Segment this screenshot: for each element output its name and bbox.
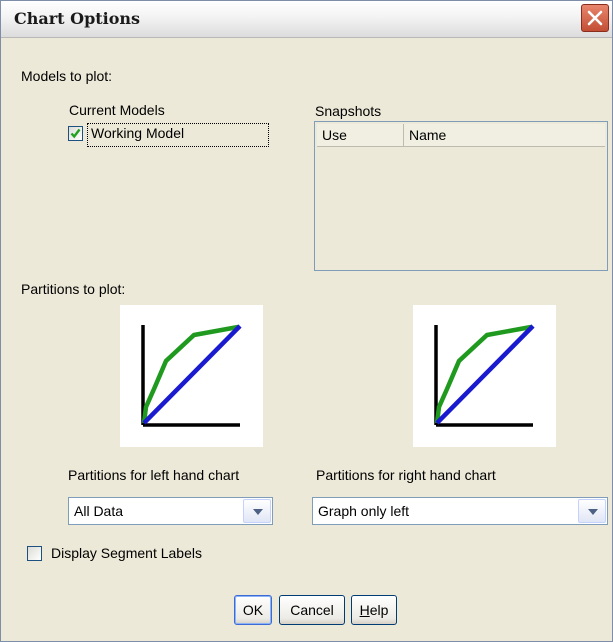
left-chart-graphic (141, 324, 242, 427)
left-partitions-value: All Data (74, 503, 124, 519)
working-model-checkbox[interactable] (68, 126, 83, 141)
column-header-name[interactable]: Name (404, 124, 605, 146)
window-title: Chart Options (14, 9, 141, 28)
right-dropdown-button[interactable] (578, 499, 606, 523)
right-partitions-label: Partitions for right hand chart (316, 467, 496, 483)
display-segment-labels-label[interactable]: Display Segment Labels (51, 545, 202, 561)
left-dropdown-button[interactable] (243, 499, 271, 523)
current-models-label: Current Models (69, 102, 165, 118)
help-label-rest: elp (369, 602, 389, 618)
column-header-use[interactable]: Use (317, 124, 404, 146)
right-partitions-value: Graph only left (318, 503, 410, 519)
snapshots-table[interactable]: Use Name (314, 121, 608, 271)
working-model-label[interactable]: Working Model (91, 125, 184, 141)
left-partitions-dropdown[interactable]: All Data (68, 497, 273, 525)
partitions-to-plot-label: Partitions to plot: (21, 281, 126, 297)
help-button[interactable]: Help (351, 595, 397, 625)
snapshots-table-header: Use Name (317, 124, 605, 147)
chevron-down-icon (588, 509, 598, 515)
close-button[interactable] (581, 4, 609, 32)
left-chart-preview (120, 305, 263, 447)
right-chart-graphic (434, 324, 535, 427)
title-bar: Chart Options (1, 1, 612, 38)
left-partitions-label: Partitions for left hand chart (68, 467, 240, 483)
cancel-button[interactable]: Cancel (279, 595, 345, 625)
help-mnemonic: H (359, 602, 370, 618)
chevron-down-icon (253, 509, 263, 515)
close-icon (587, 10, 603, 26)
display-segment-labels-checkbox[interactable] (27, 546, 42, 561)
chart-options-dialog: Chart Options Models to plot: Current Mo… (0, 0, 613, 642)
checkmark-icon (70, 128, 81, 139)
models-to-plot-label: Models to plot: (21, 68, 113, 84)
right-partitions-dropdown[interactable]: Graph only left (312, 497, 608, 525)
ok-button[interactable]: OK (234, 595, 272, 625)
snapshots-label: Snapshots (315, 103, 382, 119)
right-chart-preview (413, 305, 556, 447)
